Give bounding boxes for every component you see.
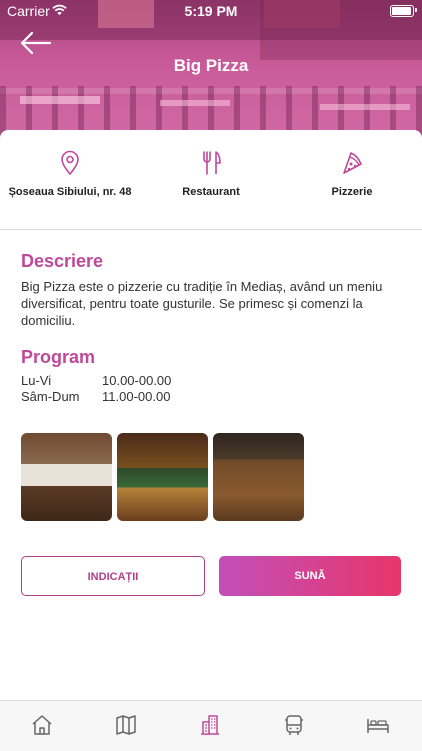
program-days: Sâm-Dum bbox=[21, 389, 80, 404]
feature-type-label: Restaurant bbox=[182, 186, 240, 198]
directions-button[interactable]: INDICAȚII bbox=[21, 556, 205, 596]
gallery-photo[interactable] bbox=[213, 433, 304, 521]
description-heading: Descriere bbox=[21, 251, 104, 271]
program-hours: 11.00-00.00 bbox=[102, 389, 171, 404]
back-arrow-icon[interactable] bbox=[18, 30, 52, 56]
program-row: Lu-Vi 10.00-00.00 bbox=[21, 373, 171, 388]
program-days: Lu-Vi bbox=[21, 373, 52, 388]
feature-address: Șoseaua Sibiului, nr. 48 bbox=[5, 150, 135, 199]
tab-bar bbox=[0, 700, 422, 751]
program-row: Sâm-Dum 11.00-00.00 bbox=[21, 389, 170, 404]
map-icon[interactable] bbox=[114, 713, 138, 737]
feature-category: Pizzerie bbox=[287, 150, 417, 199]
gallery-photo[interactable] bbox=[21, 433, 112, 521]
pizza-slice-icon bbox=[343, 152, 362, 174]
call-button[interactable]: SUNĂ bbox=[219, 556, 401, 596]
section-divider bbox=[0, 229, 422, 230]
building-icon[interactable] bbox=[198, 713, 222, 737]
program-hours: 10.00-00.00 bbox=[102, 373, 172, 388]
hero-table bbox=[160, 100, 230, 106]
feature-category-label: Pizzerie bbox=[331, 186, 373, 198]
battery-tip bbox=[415, 8, 417, 12]
hero-table bbox=[320, 104, 410, 110]
hero-table bbox=[20, 96, 100, 104]
battery-icon bbox=[390, 5, 414, 17]
status-bar: Carrier 5:19 PM bbox=[0, 0, 422, 22]
description-text: Big Pizza este o pizzerie cu tradiție în… bbox=[21, 279, 383, 328]
status-time: 5:19 PM bbox=[184, 3, 238, 19]
home-icon[interactable] bbox=[30, 713, 54, 737]
feature-type: Restaurant bbox=[146, 150, 276, 199]
page-title: Big Pizza bbox=[173, 56, 249, 75]
program-heading: Program bbox=[21, 347, 96, 367]
feature-address-label: Șoseaua Sibiului, nr. 48 bbox=[8, 186, 132, 198]
fork-knife-icon bbox=[203, 151, 221, 175]
bed-icon[interactable] bbox=[366, 713, 390, 737]
feature-row: Șoseaua Sibiului, nr. 48 Restaurant Pizz… bbox=[0, 150, 422, 230]
bus-icon[interactable] bbox=[282, 713, 306, 737]
location-pin-icon bbox=[61, 150, 79, 176]
gallery-photo[interactable] bbox=[117, 433, 208, 521]
